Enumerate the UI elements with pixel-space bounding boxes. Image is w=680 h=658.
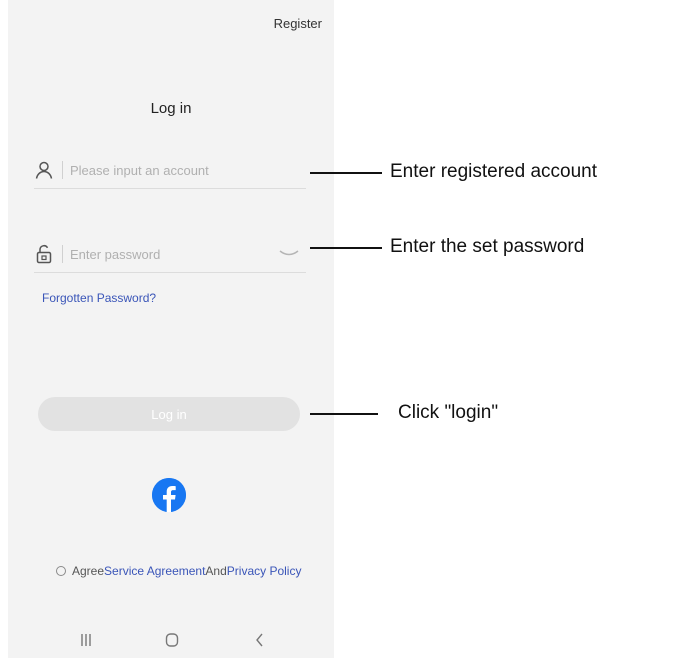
password-field — [34, 236, 306, 273]
phone-screen: Register Log in Please input an account … — [8, 0, 334, 658]
field-divider — [62, 245, 63, 263]
service-agreement-link[interactable]: Service Agreement — [104, 564, 205, 578]
page: Register Log in Please input an account … — [0, 0, 680, 658]
and-text: And — [205, 564, 227, 578]
home-icon[interactable] — [160, 630, 184, 650]
agree-text: Agree — [72, 564, 105, 578]
privacy-policy-link[interactable]: Privacy Policy — [227, 564, 302, 578]
lock-icon — [34, 244, 54, 264]
page-title: Log in — [150, 100, 192, 117]
user-icon — [34, 160, 54, 180]
recents-icon[interactable] — [74, 630, 98, 650]
annotation-text: Enter the set password — [390, 236, 585, 257]
agree-radio[interactable] — [56, 565, 66, 576]
login-button[interactable]: Log in — [38, 397, 300, 431]
annotation-line — [310, 413, 378, 415]
system-nav-bar — [8, 630, 334, 652]
field-divider — [62, 161, 63, 179]
account-field — [34, 152, 306, 189]
forgot-password-link[interactable]: Forgotten Password? — [42, 291, 156, 305]
agreement-row: AgreeService AgreementAndPrivacy Policy — [56, 564, 301, 578]
annotation-line — [310, 247, 382, 249]
account-input[interactable] — [70, 158, 260, 182]
annotation-line — [310, 172, 382, 174]
annotation-text: Enter registered account — [390, 161, 598, 182]
annotation-text: Click "login" — [398, 402, 499, 423]
eye-closed-icon[interactable] — [278, 247, 300, 259]
back-icon[interactable] — [248, 630, 272, 650]
register-link[interactable]: Register — [274, 16, 322, 31]
facebook-icon — [152, 478, 186, 512]
facebook-login-button[interactable] — [152, 478, 186, 512]
password-input[interactable] — [70, 242, 260, 266]
